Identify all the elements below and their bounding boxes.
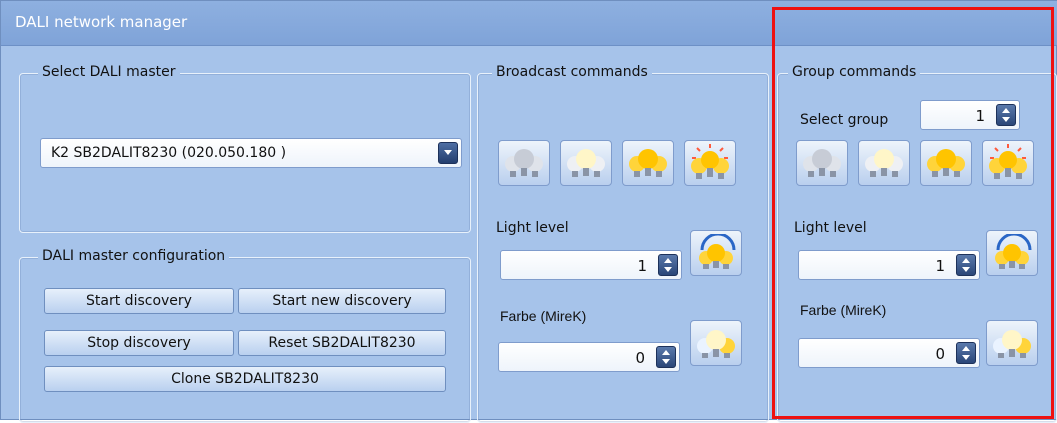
broadcast-light-level-value: 1	[637, 257, 647, 275]
lamps-set-color-icon	[697, 330, 735, 358]
broadcast-dim-button[interactable]	[560, 140, 612, 186]
clone-button[interactable]: Clone SB2DALIT8230	[44, 366, 446, 392]
master-config-legend: DALI master configuration	[38, 248, 230, 264]
chevron-down-icon[interactable]	[438, 142, 458, 164]
dali-network-manager-window: DALI network manager Select DALI master …	[0, 0, 1057, 423]
reset-button[interactable]: Reset SB2DALIT8230	[238, 330, 446, 356]
start-discovery-button[interactable]: Start discovery	[44, 288, 234, 314]
broadcast-group: Broadcast commands Light level 1 Farbe (…	[477, 64, 769, 423]
broadcast-max-button[interactable]	[684, 140, 736, 186]
group-commands-highlight-box	[772, 7, 1054, 419]
spinner-icon[interactable]	[656, 346, 676, 368]
lamps-on-icon	[629, 149, 667, 177]
broadcast-color-input[interactable]: 0	[498, 342, 680, 372]
broadcast-legend: Broadcast commands	[492, 64, 652, 80]
lamps-dim-icon	[567, 149, 605, 177]
master-config-group: DALI master configuration Start discover…	[19, 248, 471, 423]
dali-master-value: K2 SB2DALIT8230 (020.050.180 )	[51, 145, 287, 161]
stop-discovery-button[interactable]: Stop discovery	[44, 330, 234, 356]
broadcast-on-button[interactable]	[622, 140, 674, 186]
lamps-max-icon	[691, 144, 729, 179]
lamps-set-level-icon	[699, 234, 736, 269]
broadcast-set-level-button[interactable]	[690, 230, 742, 276]
start-new-discovery-button[interactable]: Start new discovery	[238, 288, 446, 314]
window-title: DALI network manager	[15, 13, 188, 31]
broadcast-color-label: Farbe (MireK)	[500, 308, 587, 324]
broadcast-light-level-input[interactable]: 1	[500, 250, 682, 280]
broadcast-set-color-button[interactable]	[690, 320, 742, 366]
spinner-icon[interactable]	[658, 254, 678, 276]
broadcast-light-level-label: Light level	[496, 220, 569, 236]
broadcast-color-value: 0	[635, 349, 645, 367]
dali-master-select[interactable]: K2 SB2DALIT8230 (020.050.180 )	[40, 138, 462, 168]
select-master-legend: Select DALI master	[38, 64, 180, 80]
lamps-off-icon	[505, 149, 543, 177]
select-master-group: Select DALI master K2 SB2DALIT8230 (020.…	[19, 64, 471, 233]
broadcast-off-button[interactable]	[498, 140, 550, 186]
